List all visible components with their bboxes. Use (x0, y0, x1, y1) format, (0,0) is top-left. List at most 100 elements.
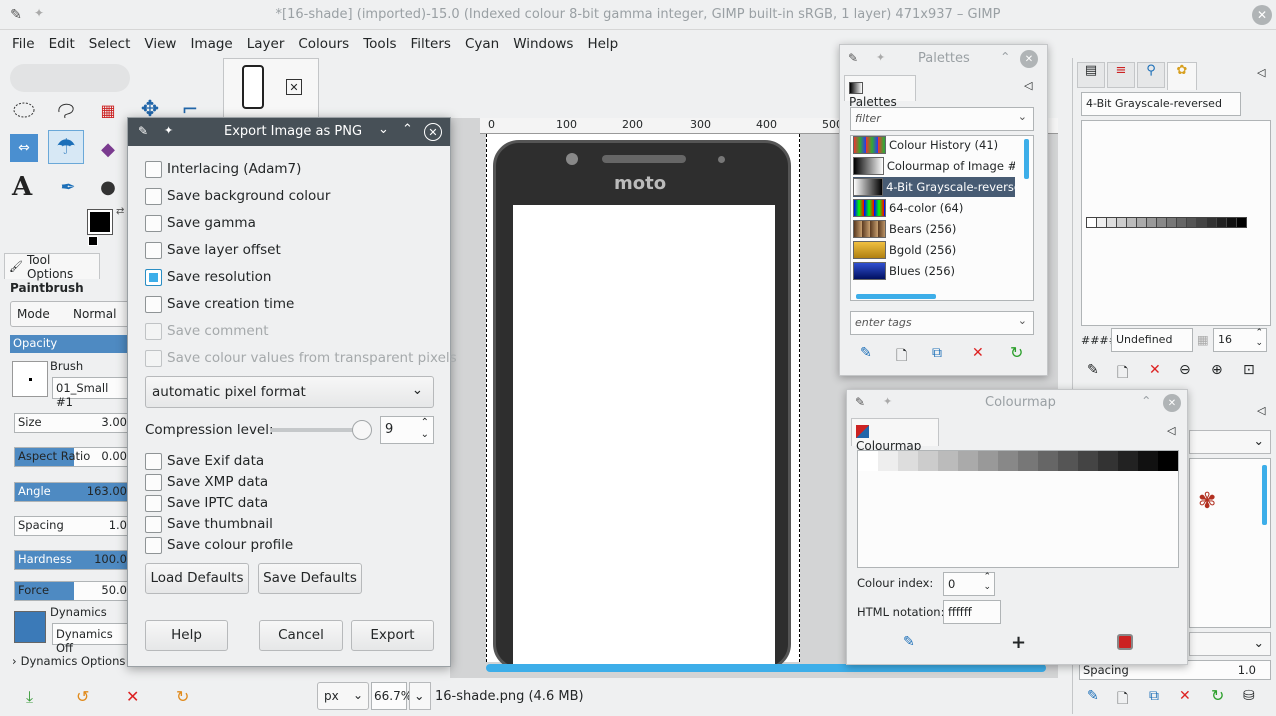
restore-tool-preset-icon[interactable]: ↺ (76, 687, 89, 706)
export-option-row[interactable]: Save layer offset (145, 239, 281, 261)
spin-down-icon[interactable]: ⌄ (1255, 338, 1263, 348)
tool-option-slider[interactable]: Spacing 1.0 (14, 516, 134, 536)
select-colour-icon[interactable] (1117, 634, 1133, 650)
edit-colour-icon[interactable]: ✎ (903, 634, 915, 650)
ellipse-select-icon[interactable] (10, 98, 38, 122)
pixel-format-select[interactable]: automatic pixel format ⌄ (145, 376, 434, 408)
help-button[interactable]: Help (145, 620, 228, 651)
colourmap-cell[interactable] (1098, 451, 1118, 471)
delete-brush-icon[interactable]: ✕ (1179, 688, 1191, 704)
checkbox[interactable] (145, 473, 162, 491)
horizontal-scrollbar[interactable] (486, 664, 1046, 672)
pin-icon[interactable]: ✦ (883, 395, 892, 408)
brush-preview[interactable] (12, 361, 48, 397)
export-option-row[interactable]: Interlacing (Adam7) (145, 158, 301, 180)
colourmap-cell[interactable] (858, 451, 878, 471)
zoom-in-icon[interactable]: ⊕ (1211, 362, 1223, 378)
palette-list-vscroll[interactable] (1024, 139, 1029, 179)
dynamics-options-expander[interactable]: › Dynamics Options (12, 654, 125, 668)
edit-colour-icon[interactable]: ✎ (1087, 362, 1099, 378)
open-brush-icon[interactable]: ⛁ (1243, 688, 1255, 704)
duplicate-brush-icon[interactable]: ⧉ (1149, 688, 1159, 704)
palette-list-item[interactable]: 64-color (64) (853, 198, 1015, 218)
mode-select[interactable]: Normal (73, 307, 116, 321)
load-defaults-button[interactable]: Load Defaults (145, 563, 249, 594)
delete-palette-icon[interactable]: ✕ (972, 345, 984, 361)
colour-index-spinbox[interactable]: 0 ⌃ ⌄ (943, 572, 995, 596)
colourmap-cell[interactable] (978, 451, 998, 471)
export-option-row[interactable]: Save resolution (145, 266, 271, 288)
maximize-icon[interactable]: ⌃ (402, 122, 413, 137)
new-colour-icon[interactable]: 🗋 (1117, 362, 1128, 386)
menu-edit[interactable]: Edit (42, 30, 82, 58)
colourmap-cell[interactable] (878, 451, 898, 471)
image-tab[interactable]: ✕ (223, 58, 319, 118)
tool-option-slider[interactable]: Aspect Ratio 0.00 (14, 447, 134, 467)
menu-filters[interactable]: Filters (403, 30, 457, 58)
colourmap-cell[interactable] (938, 451, 958, 471)
tab-menu-icon[interactable]: ◁ (1257, 66, 1265, 79)
new-brush-icon[interactable]: 🗋 (1117, 688, 1128, 712)
close-window-icon[interactable]: ✕ (1252, 5, 1272, 25)
new-palette-icon[interactable]: 🗋 (896, 345, 907, 369)
spin-down-icon[interactable]: ⌄ (983, 582, 991, 592)
zoom-out-icon[interactable]: ⊖ (1179, 362, 1191, 378)
palette-list-item[interactable]: Blues (256) (853, 261, 1015, 281)
tool-option-slider[interactable]: Angle 163.00 (14, 482, 134, 502)
edit-brush-icon[interactable]: ✎ (1087, 688, 1099, 704)
opacity-bar[interactable]: Opacity (10, 335, 134, 353)
image-canvas[interactable]: moto (486, 134, 800, 670)
menu-windows[interactable]: Windows (506, 30, 580, 58)
swap-colours-icon[interactable]: ⇄ (116, 206, 124, 217)
maximize-icon[interactable]: ⌃ (1000, 49, 1010, 64)
zoom-field[interactable]: 66.7% (371, 682, 412, 710)
colourmap-tab[interactable]: Colourmap (851, 418, 939, 453)
checkbox[interactable] (145, 349, 162, 367)
menu-cyan[interactable]: Cyan (458, 30, 506, 58)
foreground-colour[interactable] (87, 209, 113, 235)
add-colour-icon[interactable]: + (1011, 632, 1026, 653)
export-option-row[interactable]: Save gamma (145, 212, 256, 234)
tool-options-tab[interactable]: 🖌 Tool Options (4, 253, 100, 281)
colourmap-cell[interactable] (1018, 451, 1038, 471)
metadata-option-row[interactable]: Save XMP data (145, 471, 268, 493)
spin-down-icon[interactable]: ⌄ (421, 429, 429, 440)
palette-list-item[interactable]: Colourmap of Image #1 (853, 156, 1015, 176)
refresh-palettes-icon[interactable]: ↻ (1010, 343, 1023, 362)
pin-icon[interactable]: ✦ (876, 51, 885, 64)
metadata-option-row[interactable]: Save thumbnail (145, 513, 273, 535)
spin-up-icon[interactable]: ⌃ (1255, 328, 1263, 338)
metadata-option-row[interactable]: Save Exif data (145, 450, 264, 472)
tab-menu-icon[interactable]: ◁ (1167, 424, 1175, 437)
cell-size-spinbox[interactable]: 16 ⌃ ⌄ (1213, 328, 1267, 352)
close-icon[interactable]: ✕ (1163, 394, 1181, 412)
palette-entry[interactable] (1236, 217, 1247, 228)
maximize-icon[interactable]: ⌃ (1141, 393, 1151, 408)
brush-name-field[interactable]: 01_Small #1 (52, 377, 132, 409)
tool-option-slider[interactable]: Hardness 100.0 (14, 550, 134, 570)
colourmap-cell[interactable] (898, 451, 918, 471)
compression-spinbox[interactable]: 9 ⌃ ⌄ (380, 416, 434, 444)
reset-tool-options-icon[interactable]: ↻ (176, 687, 189, 706)
save-tool-preset-icon[interactable]: ⤓ (26, 687, 33, 707)
export-button[interactable]: Export (351, 620, 434, 651)
minimize-icon[interactable]: ⌄ (378, 122, 389, 137)
menu-view[interactable]: View (137, 30, 183, 58)
unit-select[interactable]: px ⌄ (317, 682, 369, 710)
colourmap-cell[interactable] (958, 451, 978, 471)
checkbox[interactable] (145, 452, 162, 470)
export-option-row[interactable]: Save colour values from transparent pixe… (145, 347, 457, 369)
palette-list-hscroll[interactable] (856, 294, 936, 299)
export-option-row[interactable]: Save comment (145, 320, 269, 342)
colourmap-cell[interactable] (1158, 451, 1178, 471)
spin-up-icon[interactable]: ⌃ (421, 417, 429, 428)
html-notation-field[interactable]: ffffff (943, 600, 1001, 624)
menu-tools[interactable]: Tools (356, 30, 403, 58)
palette-list-item[interactable]: 4-Bit Grayscale-reversed (853, 177, 1015, 197)
brush-dropdown[interactable]: ⌄ (1189, 430, 1271, 454)
tool-option-slider[interactable]: Size 3.00 (14, 413, 134, 433)
menu-help[interactable]: Help (580, 30, 625, 58)
metadata-option-row[interactable]: Save colour profile (145, 534, 293, 556)
columns-field[interactable]: Undefined (1111, 328, 1193, 352)
brush-grid[interactable]: ✾ (1189, 458, 1271, 628)
